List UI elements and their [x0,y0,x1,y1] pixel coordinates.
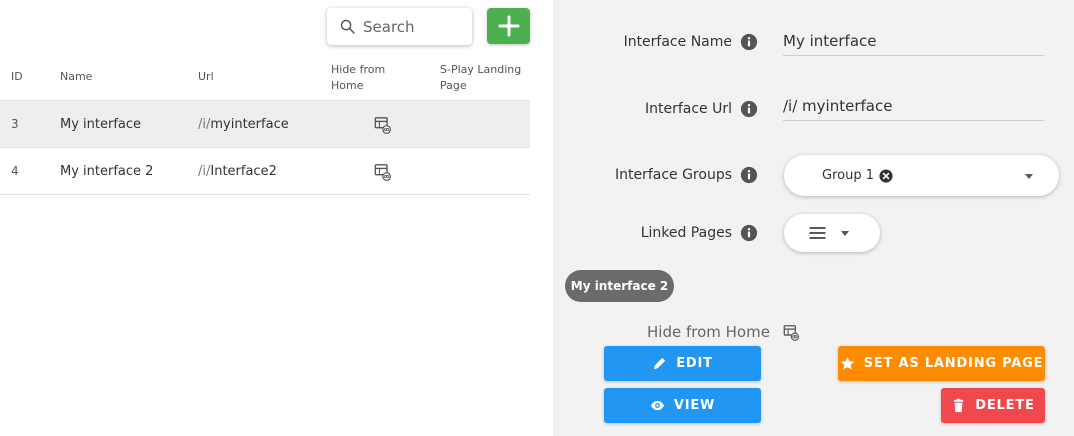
row-id: 3 [11,117,19,131]
search-box[interactable] [327,8,472,45]
info-icon[interactable] [740,166,758,184]
info-icon[interactable] [740,224,758,242]
plus-icon [498,15,519,37]
column-header-landing-page[interactable]: S-Play Landing Page [440,62,521,94]
row-url: /i/Interface2 [198,148,277,195]
edit-button-label: EDIT [676,356,713,371]
column-header-name[interactable]: Name [60,69,92,85]
interface-url-field[interactable]: /i/ myinterface [783,93,1044,121]
linked-pages-label: Linked Pages [641,224,758,242]
row-url: /i/myinterface [198,101,289,148]
add-interface-button[interactable] [487,8,530,44]
column-header-url[interactable]: Url [198,69,214,85]
search-input[interactable] [363,17,458,36]
row-name: My interface [60,117,142,132]
set-landing-page-button[interactable]: SET AS LANDING PAGE [838,346,1045,381]
interface-url-label: Interface Url [645,100,758,118]
star-icon [840,356,854,370]
column-header-landing-page-line2: Page [440,79,467,92]
view-button-label: VIEW [673,398,716,413]
column-header-hide-from-home[interactable]: Hide from Home [331,62,385,94]
column-header-hide-from-home-line1: Hide from [331,63,386,76]
trash-icon [954,398,964,413]
row-id: 4 [11,164,19,178]
row-url-slug: Interface2 [210,164,277,179]
hidden-from-home-icon [374,163,392,181]
hide-from-home-label: Hide from Home [647,323,770,341]
chevron-down-icon[interactable] [1025,174,1033,179]
linked-pages-select[interactable] [784,214,880,252]
hidden-from-home-icon[interactable] [783,324,800,341]
interface-groups-label: Interface Groups [615,166,758,184]
interface-list-panel: ID Name Url Hide from Home S-Play Landin… [0,0,530,436]
interface-groups-select[interactable]: Group 1 [784,155,1059,196]
linked-pages-label-text: Linked Pages [640,225,732,241]
interface-url-label-text: Interface Url [644,101,732,117]
edit-button[interactable]: EDIT [604,346,761,381]
chevron-down-icon[interactable] [841,230,849,236]
set-landing-page-label: SET AS LANDING PAGE [863,356,1044,371]
remove-chip-icon[interactable] [879,168,893,183]
interface-name-label: Interface Name [624,33,758,51]
info-icon[interactable] [740,100,758,118]
column-header-landing-page-line1: S-Play Landing [440,63,522,76]
menu-lines-icon [809,227,826,239]
interface-name-label-text: Interface Name [623,34,732,50]
linked-page-chip[interactable]: My interface 2 [565,270,674,302]
pencil-icon [654,357,666,370]
column-header-hide-from-home-line2: Home [331,79,364,92]
row-url-slug: myinterface [210,117,289,132]
row-name: My interface 2 [60,164,154,179]
search-icon [340,19,355,34]
delete-button[interactable]: DELETE [941,388,1045,423]
row-url-prefix: /i/ [198,117,211,132]
table-row[interactable]: 3 My interface /i/myinterface [0,101,530,148]
interface-groups-label-text: Interface Groups [614,167,732,183]
hidden-from-home-icon [374,116,392,134]
group-chip-label: Group 1 [822,168,874,183]
delete-button-label: DELETE [975,398,1035,413]
table-row[interactable]: 4 My interface 2 /i/Interface2 [0,148,530,195]
row-url-prefix: /i/ [198,164,211,179]
column-header-id[interactable]: ID [11,69,23,85]
view-button[interactable]: VIEW [604,388,761,423]
eye-icon [650,400,664,411]
info-icon[interactable] [740,33,758,51]
interface-name-field[interactable]: My interface [783,28,1044,56]
